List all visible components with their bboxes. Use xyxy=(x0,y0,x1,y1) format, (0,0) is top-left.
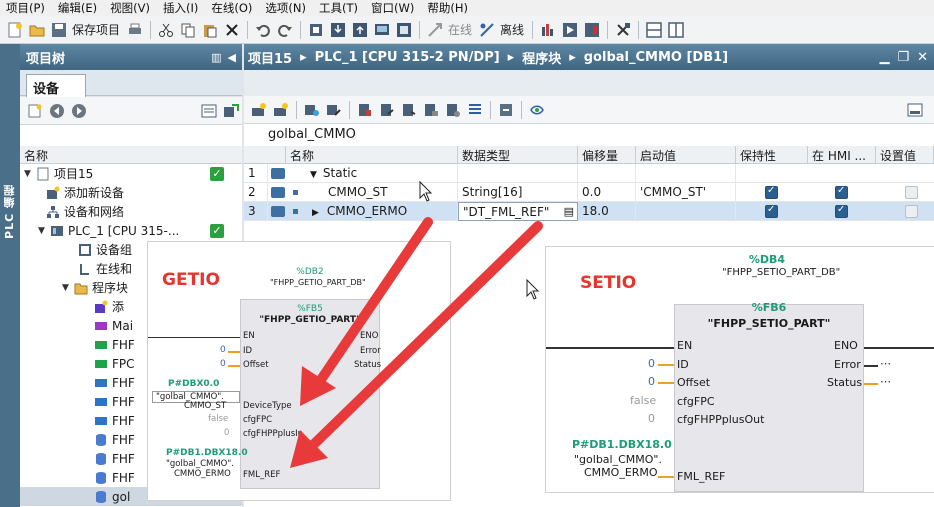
annotation-arrows xyxy=(290,180,543,468)
arrow-cmmo-ermo-to-fml-ref xyxy=(290,221,543,468)
arrow-cmmo-st-to-devicetype xyxy=(300,217,433,406)
mouse-cursor-icon xyxy=(526,278,540,300)
mouse-cursor-icon xyxy=(419,180,433,202)
